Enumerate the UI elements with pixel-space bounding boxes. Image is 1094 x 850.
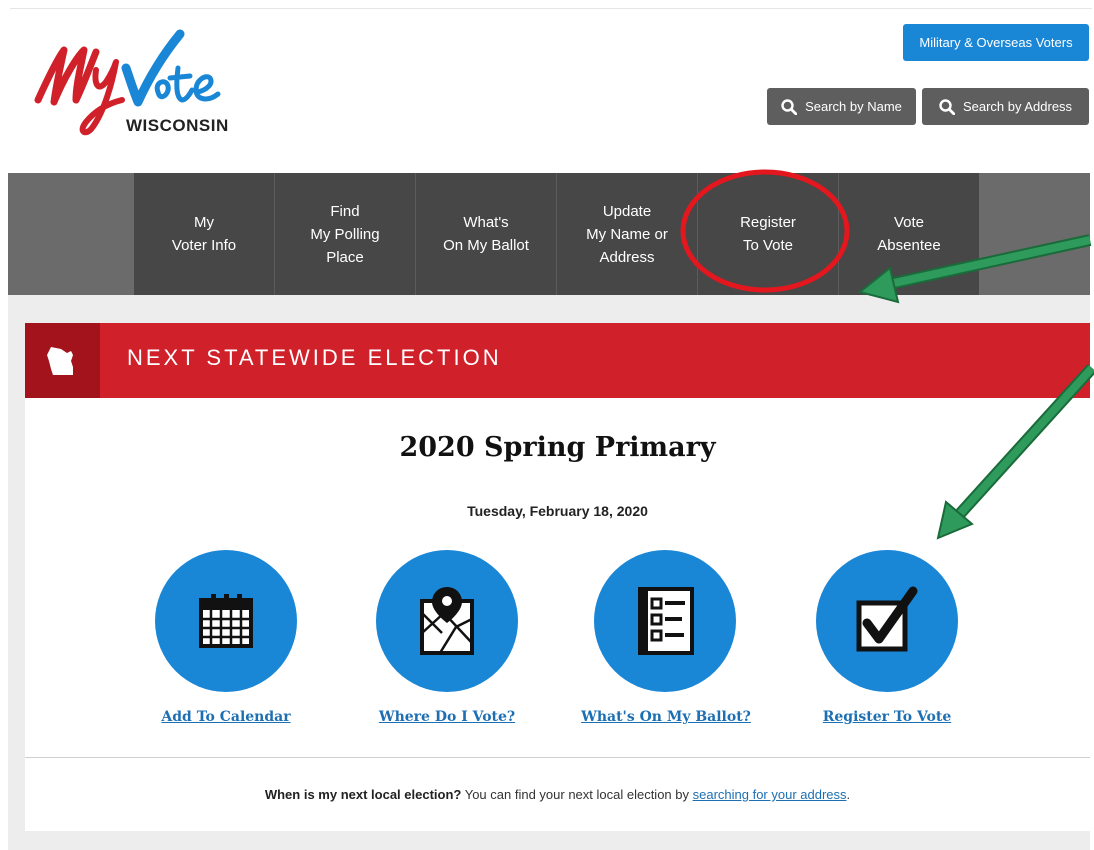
- top-divider: [10, 8, 1092, 9]
- search-icon: [781, 98, 798, 115]
- nav-whats-on-my-ballot[interactable]: What's On My Ballot: [416, 173, 557, 295]
- search-by-address-label: Search by Address: [962, 99, 1073, 114]
- map-pin-icon: [420, 587, 474, 655]
- election-date: Tuesday, February 18, 2020: [467, 503, 648, 519]
- search-address-link[interactable]: searching for your address: [693, 787, 847, 802]
- election-name: 2020 Spring Primary: [399, 432, 716, 463]
- main-nav: My Voter Info Find My Polling Place What…: [134, 173, 979, 295]
- add-to-calendar-link[interactable]: Add To Calendar: [116, 709, 336, 725]
- myvote-logo[interactable]: WISCONSIN: [30, 28, 235, 146]
- where-do-i-vote-link[interactable]: Where Do I Vote?: [337, 709, 557, 725]
- whats-on-my-ballot-button[interactable]: [594, 550, 736, 692]
- register-to-vote-link[interactable]: Register To Vote: [777, 709, 997, 725]
- search-icon: [939, 98, 955, 115]
- search-by-name-button[interactable]: Search by Name: [767, 88, 916, 125]
- logo-state-text: WISCONSIN: [126, 116, 229, 135]
- wisconsin-state-icon: [25, 323, 100, 398]
- search-by-address-button[interactable]: Search by Address: [922, 88, 1089, 125]
- where-do-i-vote-button[interactable]: [376, 550, 518, 692]
- nav-my-voter-info[interactable]: My Voter Info: [134, 173, 275, 295]
- nav-vote-absentee[interactable]: Vote Absentee: [839, 173, 979, 295]
- ballot-list-icon: [638, 587, 694, 655]
- nav-update-name-address[interactable]: Update My Name or Address: [557, 173, 698, 295]
- nav-register-to-vote[interactable]: Register To Vote: [698, 173, 839, 295]
- register-to-vote-button[interactable]: [816, 550, 958, 692]
- banner-title: NEXT STATEWIDE ELECTION: [127, 345, 502, 370]
- section-divider: [25, 757, 1090, 758]
- local-election-question: When is my next local election?: [264, 787, 462, 802]
- whats-on-my-ballot-link[interactable]: What's On My Ballot?: [556, 709, 776, 725]
- military-overseas-label: Military & Overseas Voters: [919, 35, 1073, 50]
- calendar-icon: [199, 594, 253, 648]
- local-election-end: .: [846, 787, 851, 802]
- nav-find-polling-place[interactable]: Find My Polling Place: [275, 173, 416, 295]
- search-by-name-label: Search by Name: [805, 99, 902, 114]
- add-to-calendar-button[interactable]: [155, 550, 297, 692]
- military-overseas-button[interactable]: Military & Overseas Voters: [903, 24, 1089, 61]
- local-election-note: When is my next local election? You can …: [25, 787, 1090, 802]
- checkbox-icon: [856, 586, 918, 652]
- local-election-text: You can find your next local election by: [461, 787, 693, 802]
